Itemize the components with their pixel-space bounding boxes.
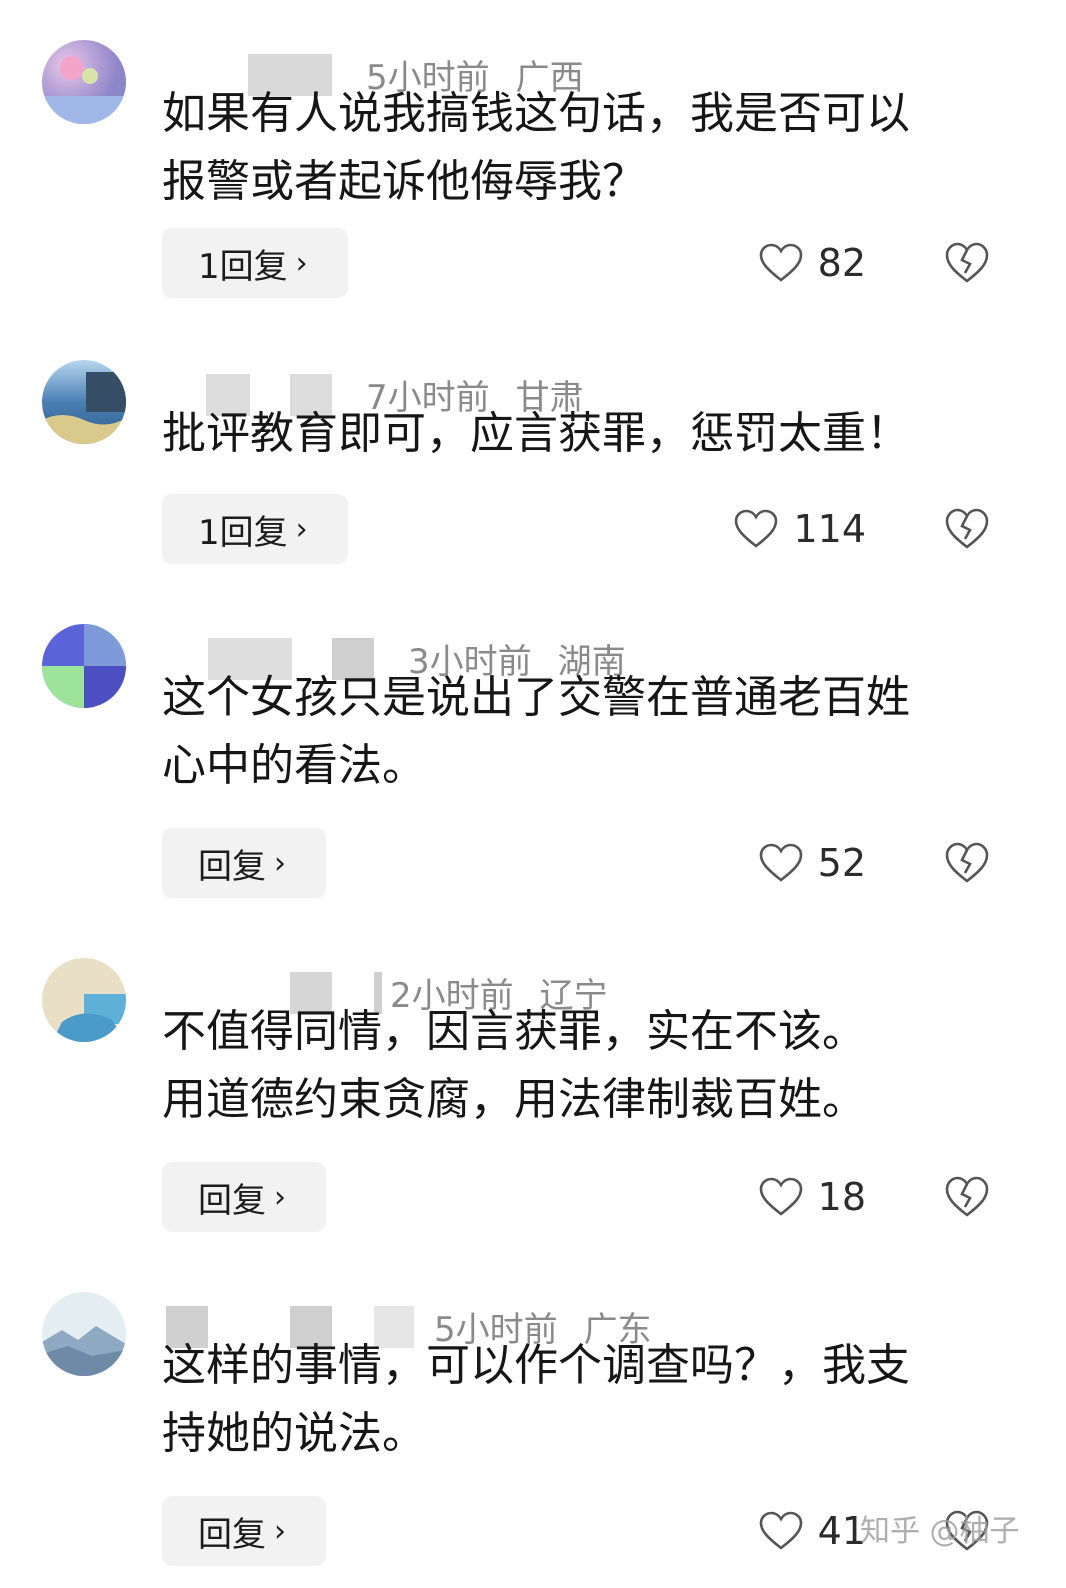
like-count: 18	[817, 1175, 866, 1219]
dislike-button[interactable]	[944, 828, 990, 898]
watermark: 知乎 @柚子	[860, 1514, 1020, 1549]
reply-button[interactable]: 回复 ›	[162, 828, 326, 898]
comment-text: 不值得同情，因言获罪，实在不该。 用道德约束贪腐，用法律制裁百姓。	[162, 998, 1002, 1134]
comment-line: 报警或者起诉他侮辱我？	[162, 156, 646, 207]
broken-heart-icon	[945, 508, 989, 549]
avatar[interactable]	[42, 360, 126, 444]
dislike-button[interactable]	[944, 494, 990, 564]
reply-label: 1回复	[198, 512, 288, 553]
comment-text: 这样的事情，可以作个调查吗？，我支 持她的说法。	[162, 1332, 1002, 1468]
comment-line: 持她的说法。	[162, 1408, 426, 1459]
chevron-right-icon: ›	[274, 1179, 286, 1215]
comment-line: 如果有人说我搞钱这句话，我是否可以	[162, 88, 910, 139]
comment-line: 不值得同情，因言获罪，实在不该。	[162, 1006, 866, 1057]
broken-heart-icon	[945, 242, 989, 283]
avatar[interactable]	[42, 1292, 126, 1376]
chevron-right-icon: ›	[295, 245, 308, 281]
comment-text: 批评教育即可，应言获罪，惩罚太重！	[162, 400, 1002, 468]
avatar[interactable]	[42, 624, 126, 708]
comment-line: 批评教育即可，应言获罪，惩罚太重！	[162, 408, 910, 459]
reply-button[interactable]: 1回复 ›	[162, 494, 348, 564]
like-button[interactable]: 82	[758, 228, 866, 298]
broken-heart-icon	[945, 842, 989, 883]
dislike-button[interactable]	[944, 1162, 990, 1232]
reply-button[interactable]: 回复 ›	[162, 1496, 326, 1566]
broken-heart-icon	[945, 1176, 989, 1217]
comment-text: 这个女孩只是说出了交警在普通老百姓 心中的看法。	[162, 664, 1002, 800]
reply-label: 回复	[198, 1180, 266, 1221]
reply-button[interactable]: 回复 ›	[162, 1162, 326, 1232]
comment-line: 这样的事情，可以作个调查吗？，我支	[162, 1340, 910, 1391]
comment-line: 用道德约束贪腐，用法律制裁百姓。	[162, 1074, 866, 1125]
like-count: 52	[817, 841, 866, 885]
heart-outline-icon	[735, 509, 778, 548]
like-count: 41	[817, 1509, 866, 1553]
reply-label: 回复	[198, 1514, 266, 1555]
avatar[interactable]	[42, 40, 126, 124]
like-count: 82	[817, 241, 866, 285]
chevron-right-icon: ›	[274, 1513, 286, 1549]
comment-text: 如果有人说我搞钱这句话，我是否可以 报警或者起诉他侮辱我？	[162, 80, 1002, 216]
reply-label: 1回复	[198, 246, 288, 287]
like-count: 114	[793, 507, 866, 551]
like-button[interactable]: 52	[758, 828, 866, 898]
dislike-button[interactable]	[944, 228, 990, 298]
reply-button[interactable]: 1回复 ›	[162, 228, 348, 298]
like-button[interactable]: 114	[733, 494, 866, 564]
chevron-right-icon: ›	[295, 511, 308, 547]
comment-line: 这个女孩只是说出了交警在普通老百姓	[162, 672, 910, 723]
heart-outline-icon	[759, 243, 802, 282]
comment-line: 心中的看法。	[162, 740, 426, 791]
like-button[interactable]: 18	[758, 1162, 866, 1232]
reply-label: 回复	[198, 846, 266, 887]
chevron-right-icon: ›	[274, 845, 286, 881]
heart-outline-icon	[759, 1511, 802, 1550]
heart-outline-icon	[759, 843, 802, 882]
heart-outline-icon	[759, 1177, 802, 1216]
like-button[interactable]: 41	[758, 1496, 866, 1566]
avatar[interactable]	[42, 958, 126, 1042]
